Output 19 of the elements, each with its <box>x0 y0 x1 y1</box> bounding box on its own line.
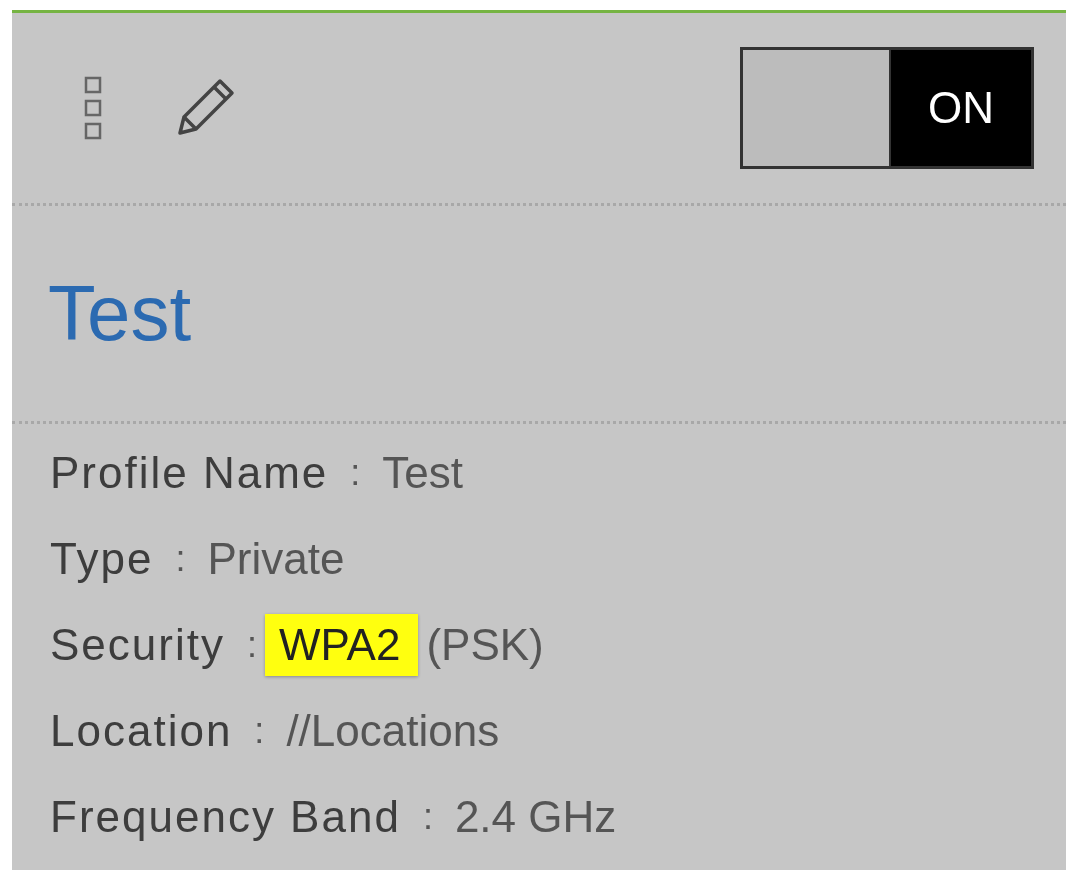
profile-title: Test <box>47 268 193 359</box>
field-value: //Locations <box>286 706 500 756</box>
field-label: Location <box>50 706 233 756</box>
field-value: Private <box>207 534 345 584</box>
highlighted-value: WPA2 <box>264 614 419 676</box>
colon-separator: : <box>175 538 186 580</box>
toggle-switch[interactable]: ON <box>740 47 1034 169</box>
field-value: (PSK) <box>426 620 544 670</box>
field-label: Type <box>50 534 154 584</box>
field-label: Security <box>50 620 225 670</box>
field-value: 2.4 GHz <box>454 792 617 842</box>
colon-separator: : <box>246 624 257 666</box>
field-label: Profile Name <box>50 448 329 498</box>
colon-separator: : <box>422 796 433 838</box>
colon-separator: : <box>350 452 361 494</box>
field-value: Test <box>382 448 464 498</box>
colon-separator: : <box>254 710 265 752</box>
field-label: Frequency Band <box>50 792 401 842</box>
more-options-icon[interactable] <box>84 76 102 140</box>
